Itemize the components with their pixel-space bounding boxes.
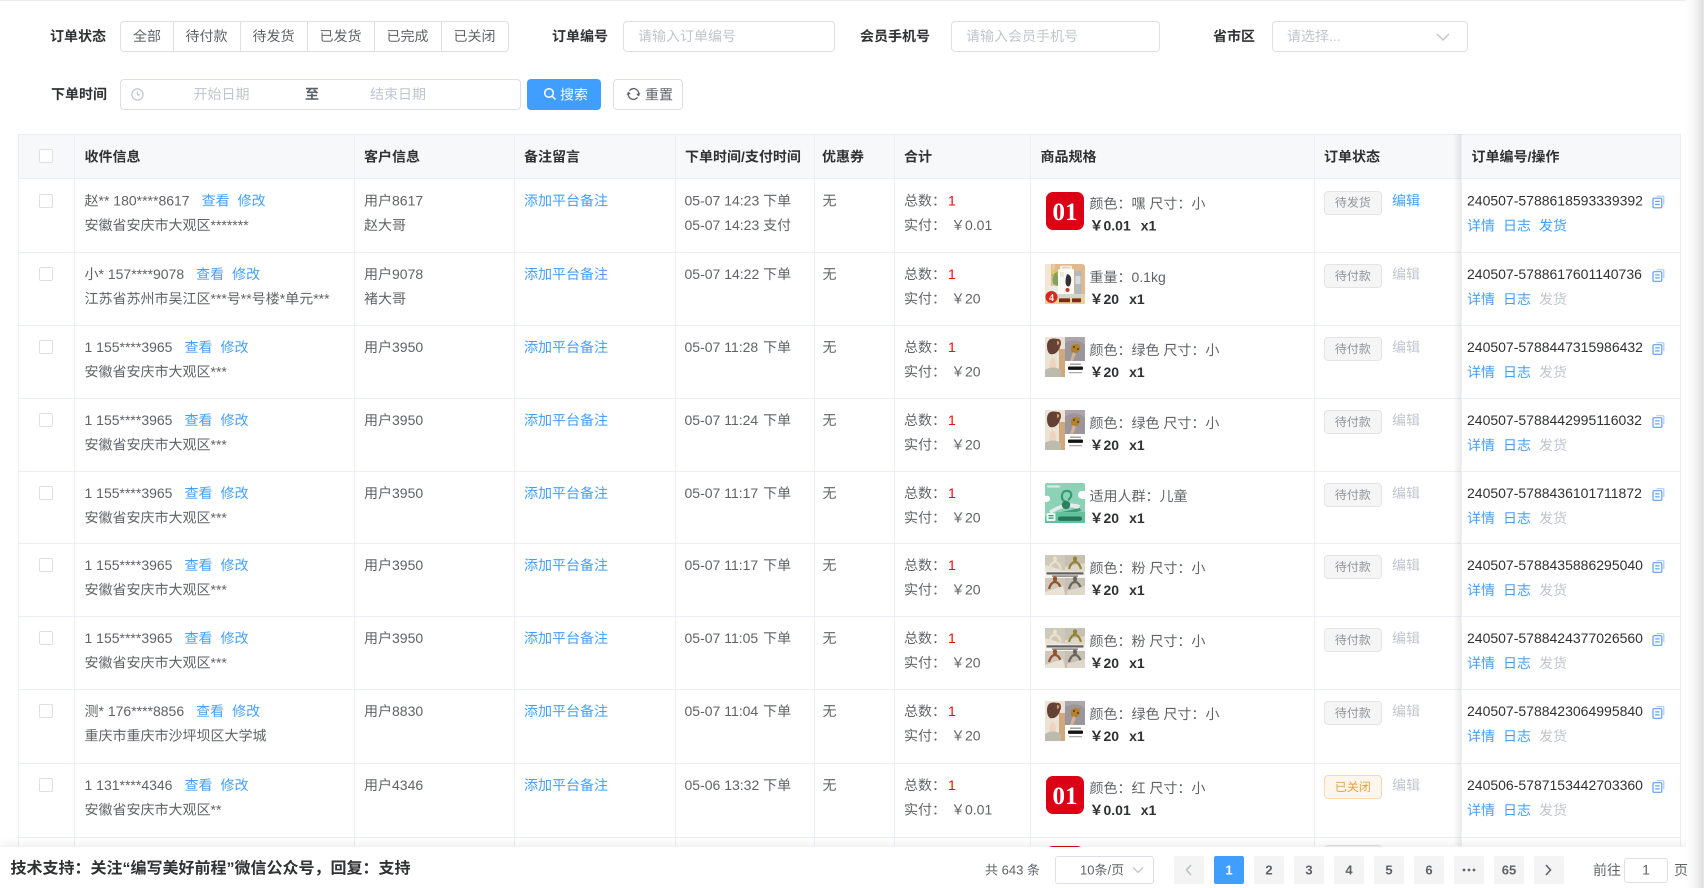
- svg-text:01: 01: [1052, 783, 1077, 810]
- svg-text:4: 4: [1049, 293, 1054, 304]
- svg-text:01: 01: [1052, 199, 1077, 226]
